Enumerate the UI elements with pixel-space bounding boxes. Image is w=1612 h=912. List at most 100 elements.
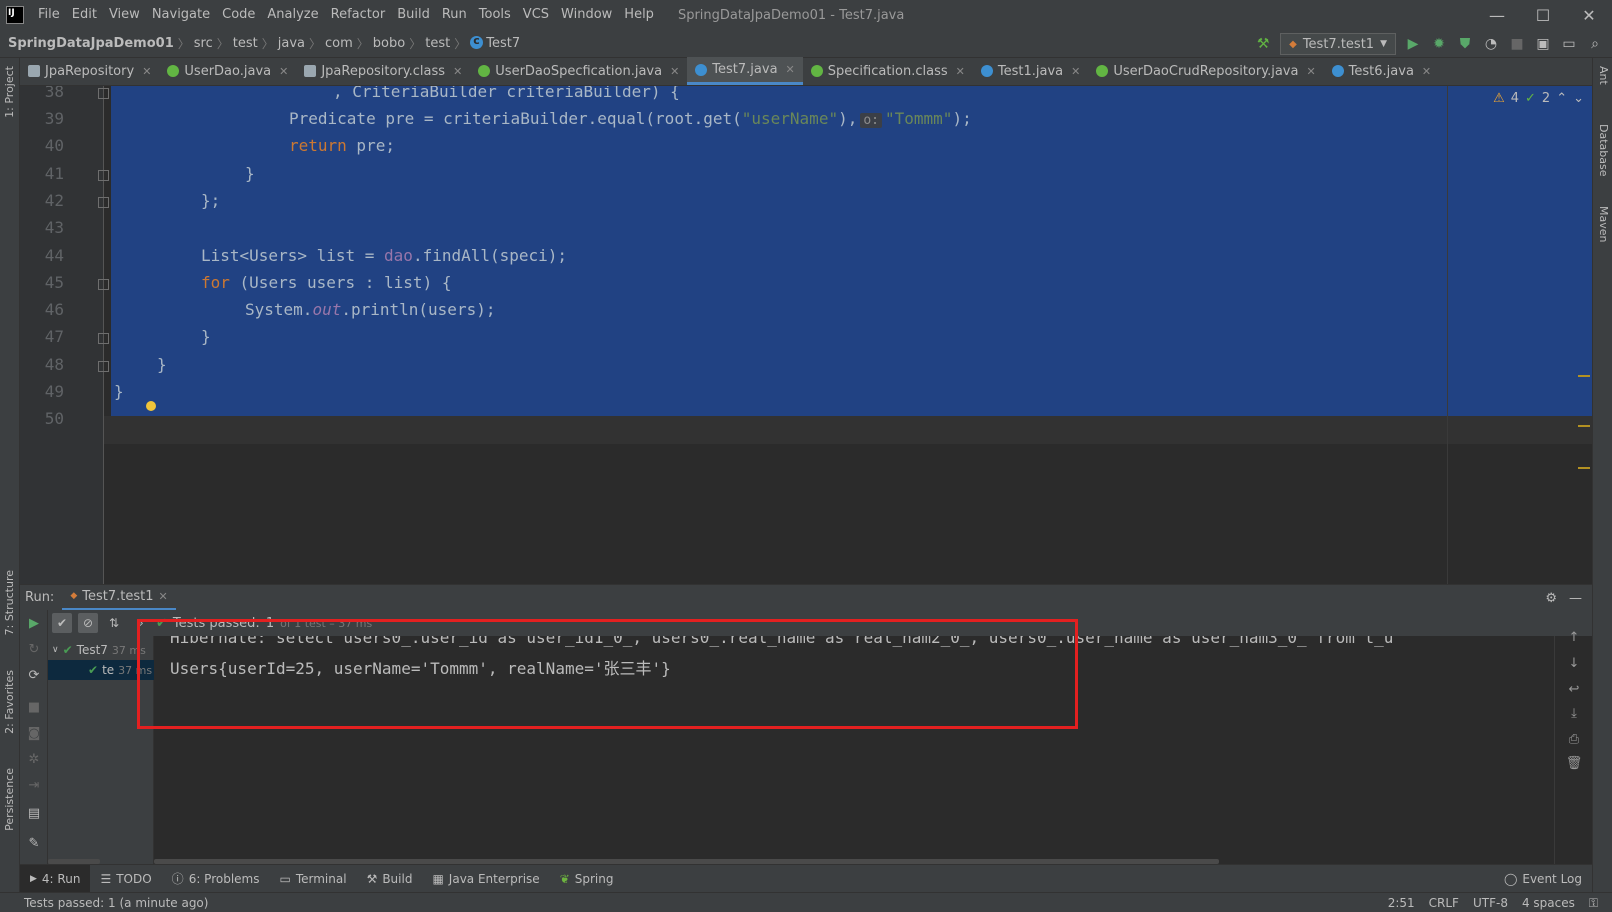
run-icon[interactable]: ▶ [1404,35,1422,53]
build-tool-button[interactable]: ⚒ Build [357,865,423,893]
layout-icon[interactable]: ▤ [25,804,43,822]
menu-help[interactable]: Help [618,0,660,30]
chevron-up-icon[interactable]: ⌃ [1556,91,1567,106]
maximize-button[interactable]: ☐ [1520,0,1566,30]
tab-userdao[interactable]: UserDao.java ✕ [159,57,296,85]
print-icon[interactable]: ⎙ [1565,730,1583,748]
show-ignored-icon[interactable]: ⊘ [78,613,98,633]
rerun-icon[interactable]: ▶ [25,614,43,632]
java-enterprise-tool-button[interactable]: ▦ Java Enterprise [422,865,549,893]
tab-test7[interactable]: Test7.java ✕ [687,57,803,85]
minimize-button[interactable]: — [1474,0,1520,30]
close-tab-icon[interactable]: ✕ [786,63,795,76]
menu-tools[interactable]: Tools [473,0,517,30]
fold-marker-icon[interactable] [98,279,109,290]
profile-icon[interactable]: ◔ [1482,35,1500,53]
breadcrumb-com[interactable]: com [321,36,357,51]
tab-userdaocrudrepository[interactable]: UserDaoCrudRepository.java ✕ [1088,57,1323,85]
chevron-down-icon[interactable]: ⌄ [1573,91,1584,106]
event-log-button[interactable]: ◯ Event Log [1504,865,1582,893]
arrow-up-icon[interactable]: ↑ [1565,628,1583,646]
close-tab-icon[interactable]: ✕ [142,65,151,78]
database-tool-button[interactable]: Database [1597,124,1610,177]
fold-marker-icon[interactable] [98,197,109,208]
tab-test1[interactable]: Test1.java ✕ [973,57,1088,85]
tab-specification[interactable]: Specification.class ✕ [803,57,973,85]
show-passed-icon[interactable]: ✔ [52,613,72,633]
inspection-widget[interactable]: ⚠ 4 ✓ 2 ⌃ ⌄ [1493,88,1584,108]
menu-navigate[interactable]: Navigate [146,0,216,30]
problems-tool-button[interactable]: ⓘ 6: Problems [162,865,270,893]
pin-icon[interactable]: ✎ [25,834,43,852]
breadcrumb-test[interactable]: test [229,36,262,51]
scroll-to-end-icon[interactable]: ⤓ [1565,704,1583,722]
close-tab-icon[interactable]: ✕ [279,65,288,78]
caret-position[interactable]: 2:51 [1388,896,1415,910]
hammer-icon[interactable]: ⚒ [1254,35,1272,53]
menu-edit[interactable]: Edit [66,0,103,30]
run-config-select[interactable]: ◆ Test7.test1 ▼ [1280,33,1396,55]
run-tool-button[interactable]: ▶ 4: Run [20,864,91,893]
error-stripe-marker[interactable] [1578,425,1590,427]
toggle-auto-test-icon[interactable]: ⟳ [25,666,43,684]
close-tab-icon[interactable]: ✕ [453,65,462,78]
breadcrumb-project[interactable]: SpringDataJpaDemo01 [0,36,178,51]
ant-tool-button[interactable]: Ant [1597,66,1610,85]
file-encoding[interactable]: UTF-8 [1473,896,1508,910]
spring-tool-button[interactable]: ❦ Spring [550,865,624,893]
lock-icon[interactable]: ⚿ [1589,896,1598,911]
tab-jparepository[interactable]: JpaRepository ✕ [20,57,159,85]
breadcrumb-java[interactable]: java [274,36,309,51]
breadcrumb-bobo[interactable]: bobo [369,36,409,51]
arrow-down-icon[interactable]: ↓ [1565,654,1583,672]
fold-marker-icon[interactable] [98,88,109,99]
soft-wrap-icon[interactable]: ↩ [1565,680,1583,698]
close-tab-icon[interactable]: ✕ [158,590,167,603]
sort-icon[interactable]: ⇅ [104,613,124,633]
breadcrumb-test-package[interactable]: test [421,36,454,51]
debug-icon[interactable]: ✹ [1430,35,1448,53]
fold-marker-icon[interactable] [98,333,109,344]
menu-analyze[interactable]: Analyze [261,0,324,30]
rerun-failed-icon[interactable]: ↻ [25,640,43,658]
run-tab-test7-test1[interactable]: ◆ Test7.test1 ✕ [62,585,176,611]
structure-tool-button[interactable]: 7: Structure [3,570,16,635]
project-structure-icon[interactable]: ▣ [1534,35,1552,53]
persistence-tool-button[interactable]: Persistence [3,768,16,831]
menu-file[interactable]: File [32,0,66,30]
menu-window[interactable]: Window [555,0,618,30]
camera-icon[interactable]: ◙ [25,724,43,742]
menu-code[interactable]: Code [216,0,261,30]
terminal-tool-button[interactable]: ▭ Terminal [270,865,357,893]
close-button[interactable]: ✕ [1566,0,1612,30]
tab-jparepository-class[interactable]: JpaRepository.class ✕ [296,57,470,85]
breadcrumb-class[interactable]: Test7 [466,34,524,51]
coverage-icon[interactable]: ⛊ [1456,35,1474,53]
export-icon[interactable]: ⇥ [25,776,43,794]
menu-run[interactable]: Run [436,0,473,30]
close-tab-icon[interactable]: ✕ [1071,65,1080,78]
breadcrumb-src[interactable]: src [190,36,217,51]
maven-tool-button[interactable]: Maven [1597,206,1610,242]
tab-test6[interactable]: Test6.java ✕ [1324,57,1439,85]
stop-icon[interactable]: ■ [1508,35,1526,53]
line-separator[interactable]: CRLF [1429,896,1459,910]
close-tab-icon[interactable]: ✕ [956,65,965,78]
gear-icon[interactable]: ⚙ [1545,591,1557,606]
close-tab-icon[interactable]: ✕ [1422,65,1431,78]
close-tab-icon[interactable]: ✕ [1306,65,1315,78]
close-tab-icon[interactable]: ✕ [670,65,679,78]
indent-setting[interactable]: 4 spaces [1522,896,1575,910]
trash-icon[interactable]: 🗑 [1565,754,1583,772]
tab-userdaospecfication[interactable]: UserDaoSpecfication.java ✕ [470,57,687,85]
stop-icon[interactable]: ■ [25,698,43,716]
error-stripe-marker[interactable] [1578,467,1590,469]
error-stripe-marker[interactable] [1578,375,1590,377]
project-tool-button[interactable]: 1: Project [3,66,16,118]
menu-vcs[interactable]: VCS [517,0,555,30]
fold-marker-icon[interactable] [98,170,109,181]
todo-tool-button[interactable]: ☰ TODO [90,865,161,893]
menu-refactor[interactable]: Refactor [325,0,392,30]
settings-icon[interactable]: ✲ [25,750,43,768]
hide-panel-icon[interactable]: — [1569,591,1582,606]
